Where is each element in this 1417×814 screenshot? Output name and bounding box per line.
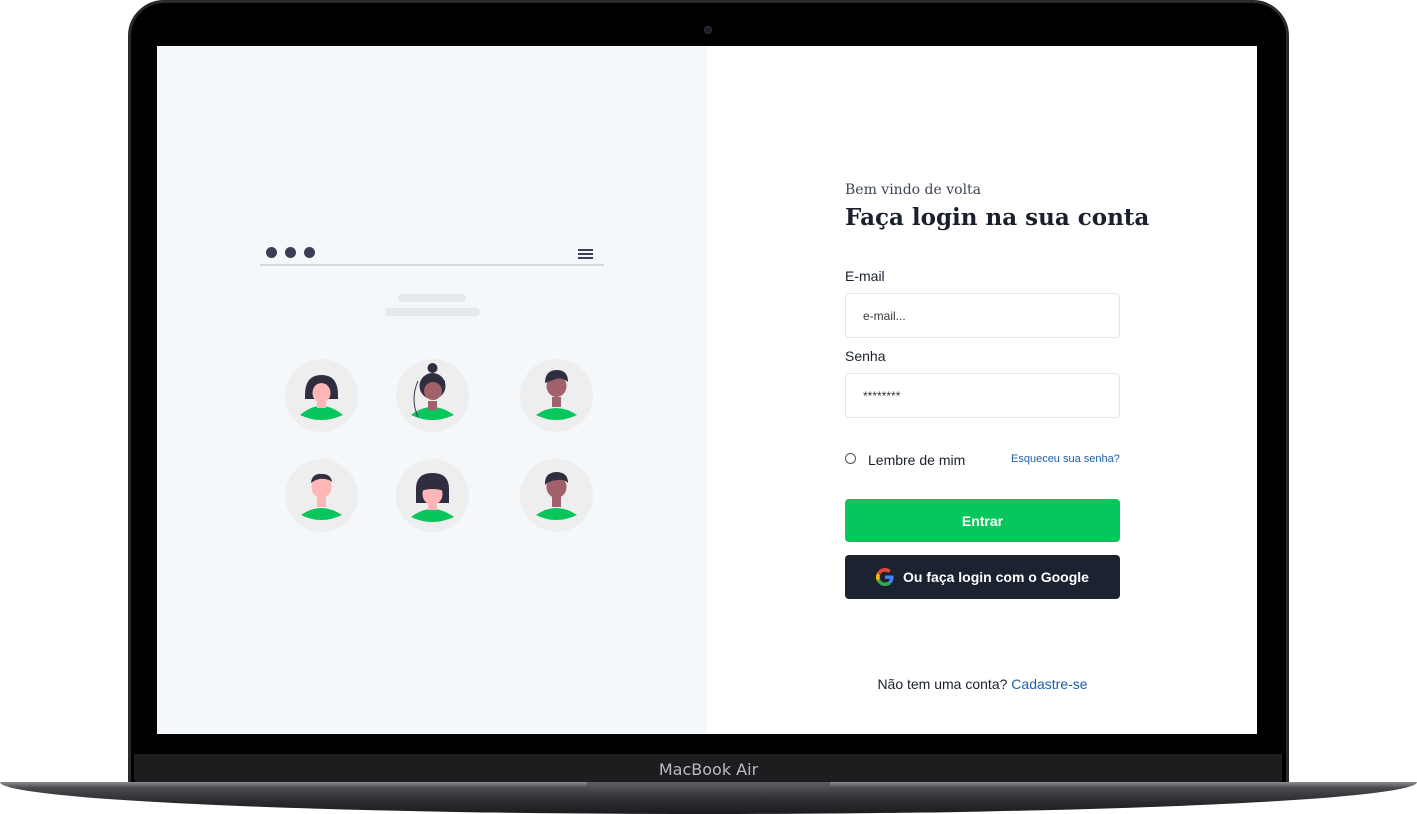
signup-row: Não tem uma conta? Cadastre-se xyxy=(845,676,1120,692)
google-login-button[interactable]: Ou faça login com o Google xyxy=(845,555,1120,599)
remember-me-label[interactable]: Lembre de mim xyxy=(868,452,965,468)
illustration-panel xyxy=(157,46,707,734)
password-label: Senha xyxy=(845,348,886,364)
signup-prompt: Não tem uma conta? xyxy=(877,676,1008,692)
laptop-notch xyxy=(587,782,830,794)
window-dot-icon xyxy=(285,247,296,258)
window-dot-icon xyxy=(304,247,315,258)
window-divider xyxy=(260,264,604,266)
google-login-label: Ou faça login com o Google xyxy=(903,569,1089,585)
menu-icon xyxy=(578,249,593,259)
remember-me-radio[interactable] xyxy=(845,453,856,464)
signup-link[interactable]: Cadastre-se xyxy=(1011,676,1087,692)
window-dot-icon xyxy=(266,247,277,258)
password-field[interactable] xyxy=(845,373,1120,418)
screen: Bem vindo de volta Faça login na sua con… xyxy=(157,46,1257,734)
welcome-text: Bem vindo de volta xyxy=(845,182,982,198)
page-title: Faça login na sua conta xyxy=(845,204,1150,231)
device-label: MacBook Air xyxy=(658,760,759,779)
woman-bangs-avatar-icon xyxy=(396,459,469,532)
woman-bun-avatar-icon xyxy=(396,359,469,432)
google-icon xyxy=(876,568,894,586)
camera-icon xyxy=(704,26,712,34)
placeholder-bar xyxy=(398,294,466,302)
man-curly-avatar-icon xyxy=(520,359,593,432)
placeholder-bar xyxy=(385,308,480,316)
forgot-password-link[interactable]: Esqueceu sua senha? xyxy=(1011,453,1120,465)
man-short-hair-avatar-icon xyxy=(285,459,358,532)
woman-bob-avatar-icon xyxy=(285,359,358,432)
email-label: E-mail xyxy=(845,268,885,284)
login-button[interactable]: Entrar xyxy=(845,499,1120,542)
email-field[interactable] xyxy=(845,293,1120,338)
man-swept-hair-avatar-icon xyxy=(520,459,593,532)
